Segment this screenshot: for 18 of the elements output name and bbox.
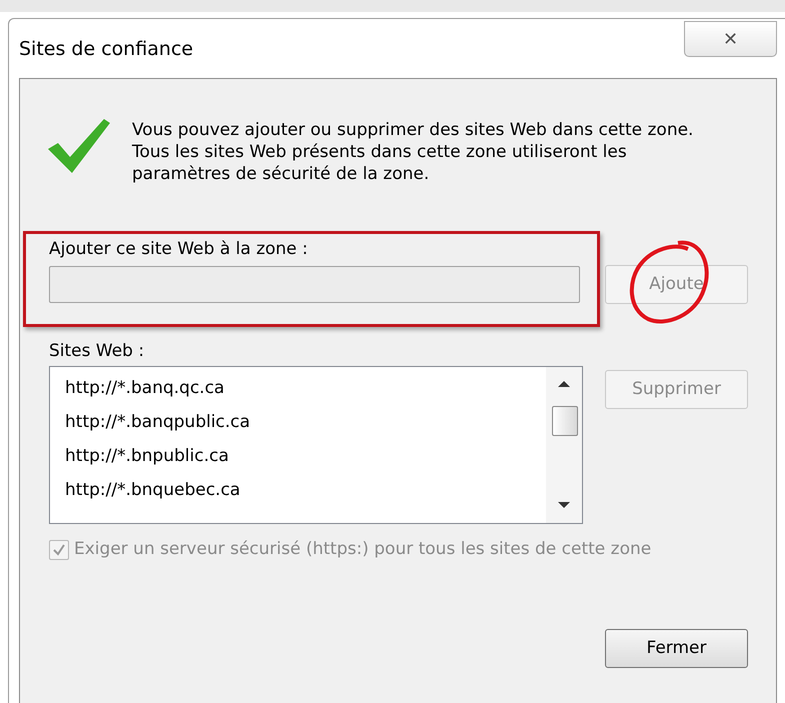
checkmark-icon — [46, 117, 112, 175]
site-list-item[interactable]: http://*.bnquebec.ca — [63, 473, 252, 507]
site-list-item[interactable]: http://*.bnpublic.ca — [63, 439, 252, 473]
scrollbar[interactable] — [546, 367, 582, 523]
close-dialog-button[interactable]: Fermer — [605, 629, 748, 668]
checkmark-icon — [52, 542, 66, 557]
scroll-down-arrow-icon[interactable] — [558, 502, 570, 508]
scrollbar-thumb[interactable] — [552, 406, 578, 436]
site-list-item[interactable]: http://*.banqpublic.ca — [63, 405, 252, 439]
field-label: Ajouter ce site Web à la zone : — [49, 238, 308, 261]
checkbox-label: Exiger un serveur sécurisé (https:) pour tous les sites de cette zone — [74, 538, 652, 561]
info-message: Vous pouvez ajouter ou supprimer des sites Web dans cette zone. Tous les sites Web présents dans cette zone utiliseront les paramètres de sécurité de la zone. — [132, 119, 694, 185]
close-button[interactable]: ✕ — [684, 21, 777, 57]
list-label: Sites Web : — [49, 340, 144, 363]
scroll-up-arrow-icon[interactable] — [558, 381, 570, 387]
website-input[interactable] — [49, 266, 580, 303]
site-list-item[interactable]: http://*.banq.qc.ca — [63, 371, 252, 405]
window-title: Sites de confiance — [19, 37, 194, 62]
